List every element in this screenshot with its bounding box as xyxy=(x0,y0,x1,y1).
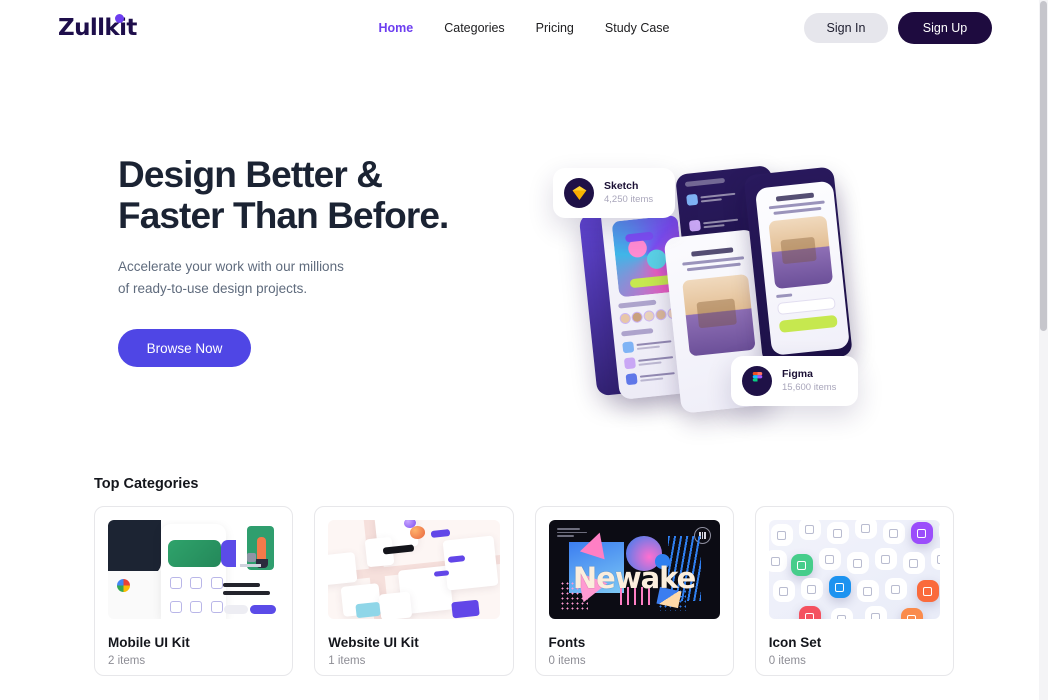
brand-logo-text: Zullkit xyxy=(58,15,137,41)
category-count: 0 items xyxy=(768,655,806,667)
category-card-icon-set[interactable]: Icon Set 0 items xyxy=(754,506,954,676)
figma-icon xyxy=(742,366,772,396)
mockup-bid-field xyxy=(776,296,836,315)
hero-subtitle: Accelerate your work with our millions o… xyxy=(118,256,548,300)
google-icon xyxy=(116,579,130,593)
sketch-chip-name: Sketch xyxy=(604,180,639,192)
figma-chip-text: Figma 15,600 items xyxy=(782,368,836,394)
figma-chip-name: Figma xyxy=(782,368,813,380)
nav-item-study-case[interactable]: Study Case xyxy=(605,21,670,35)
auth-actions: Sign In Sign Up xyxy=(804,12,992,44)
fonts-thumbnail: Newake xyxy=(548,520,720,619)
poster-wordmark: Newake xyxy=(572,560,696,595)
site-header: Zullkit Home Categories Pricing Study Ca… xyxy=(0,0,1048,56)
category-card-fonts[interactable]: Newake Fonts 0 items xyxy=(534,506,734,676)
nav-item-pricing[interactable]: Pricing xyxy=(536,21,574,35)
figma-chip-count: 15,600 items xyxy=(782,382,837,393)
sketch-chip-count: 4,250 items xyxy=(604,194,654,205)
website-ui-kit-thumbnail xyxy=(328,520,500,619)
top-categories-title: Top Categories xyxy=(94,476,199,492)
mobile-ui-kit-thumbnail xyxy=(108,520,280,619)
category-count: 0 items xyxy=(548,655,586,667)
category-count: 1 items xyxy=(328,655,366,667)
hero-title-line-1: Design Better & xyxy=(118,154,383,195)
nav-item-categories[interactable]: Categories xyxy=(444,21,504,35)
icon-set-thumbnail xyxy=(768,520,940,619)
category-count: 2 items xyxy=(108,655,146,667)
sketch-chip-text: Sketch 4,250 items xyxy=(604,180,653,206)
desk-illustration xyxy=(230,525,275,577)
logo-dot-icon xyxy=(114,14,124,23)
hero-section: Design Better & Faster Than Before. Acce… xyxy=(0,56,1048,476)
top-categories-section: Top Categories Mobile UI Kit 2 items Web… xyxy=(0,476,1048,676)
hero-illustration: Sketch 4,250 items Figma 15,600 items xyxy=(545,141,865,431)
nav-item-home[interactable]: Home xyxy=(378,21,413,35)
brand-logo[interactable]: Zullkit xyxy=(58,14,137,41)
scrollbar-thumb[interactable] xyxy=(1040,1,1047,331)
category-name: Fonts xyxy=(548,635,586,650)
page-title: Design Better & Faster Than Before. xyxy=(118,154,548,236)
figma-stat-chip[interactable]: Figma 15,600 items xyxy=(731,356,859,406)
mockup-room-image xyxy=(682,273,756,357)
hero-subtitle-line-1: Accelerate your work with our millions xyxy=(118,259,344,274)
sketch-stat-chip[interactable]: Sketch 4,250 items xyxy=(553,168,676,218)
main-navigation: Home Categories Pricing Study Case xyxy=(378,21,669,35)
sign-in-button[interactable]: Sign In xyxy=(804,13,888,43)
category-name: Website UI Kit xyxy=(328,635,419,650)
sketch-icon xyxy=(564,178,594,208)
category-card-mobile-ui-kit[interactable]: Mobile UI Kit 2 items xyxy=(94,506,294,676)
hero-subtitle-line-2: of ready-to-use design projects. xyxy=(118,281,308,296)
hero-title-line-2: Faster Than Before. xyxy=(118,195,449,236)
category-name: Icon Set xyxy=(768,635,822,650)
categories-grid: Mobile UI Kit 2 items Website UI Kit 1 i… xyxy=(94,506,954,676)
hero-copy: Design Better & Faster Than Before. Acce… xyxy=(118,56,548,476)
category-name: Mobile UI Kit xyxy=(108,635,190,650)
browse-now-button[interactable]: Browse Now xyxy=(118,329,251,367)
sign-up-button[interactable]: Sign Up xyxy=(898,12,992,44)
page-scrollbar[interactable] xyxy=(1039,0,1048,700)
category-card-website-ui-kit[interactable]: Website UI Kit 1 items xyxy=(314,506,514,676)
mockup-place-bid-button xyxy=(778,314,838,333)
